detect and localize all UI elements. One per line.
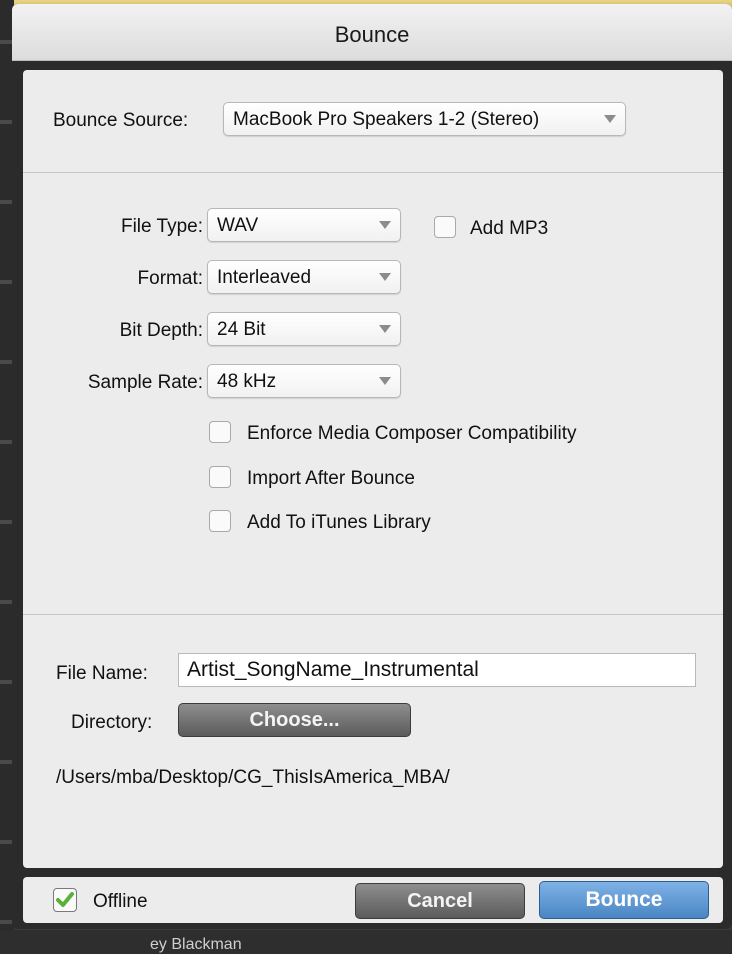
sample-rate-value: 48 kHz bbox=[217, 371, 277, 392]
format-value: Interleaved bbox=[217, 267, 312, 288]
section-divider bbox=[23, 614, 723, 615]
bit-depth-value: 24 Bit bbox=[217, 319, 266, 340]
file-type-label: File Type: bbox=[120, 216, 203, 237]
section-divider bbox=[23, 172, 723, 173]
dialog-footer: Offline Cancel Bounce bbox=[23, 877, 723, 923]
chevron-down-icon bbox=[379, 325, 391, 333]
bounce-source-label: Bounce Source: bbox=[53, 110, 189, 131]
directory-label: Directory: bbox=[71, 712, 153, 733]
import-after-bounce-label: Import After Bounce bbox=[247, 468, 415, 489]
import-after-bounce-checkbox[interactable] bbox=[209, 466, 231, 488]
file-type-value: WAV bbox=[217, 215, 259, 236]
bounce-button[interactable]: Bounce bbox=[539, 881, 709, 919]
chevron-down-icon bbox=[604, 115, 616, 123]
format-label: Format: bbox=[137, 268, 203, 289]
bounce-source-select[interactable]: MacBook Pro Speakers 1-2 (Stereo) bbox=[223, 102, 626, 136]
add-mp3-checkbox[interactable] bbox=[434, 216, 456, 238]
file-type-select[interactable]: WAV bbox=[207, 208, 401, 242]
chevron-down-icon bbox=[379, 221, 391, 229]
format-select[interactable]: Interleaved bbox=[207, 260, 401, 294]
background-track-name: ey Blackman bbox=[0, 930, 732, 954]
add-mp3-label: Add MP3 bbox=[470, 218, 549, 239]
cancel-button[interactable]: Cancel bbox=[355, 883, 525, 919]
enforce-media-composer-label: Enforce Media Composer Compatibility bbox=[247, 423, 577, 444]
bounce-dialog: Bounce Bounce Source: MacBook Pro Speake… bbox=[12, 4, 732, 929]
file-name-label: File Name: bbox=[56, 663, 148, 684]
dialog-title: Bounce bbox=[12, 4, 732, 61]
bit-depth-select[interactable]: 24 Bit bbox=[207, 312, 401, 346]
chevron-down-icon bbox=[379, 273, 391, 281]
add-to-itunes-label: Add To iTunes Library bbox=[247, 512, 431, 533]
settings-panel: Bounce Source: MacBook Pro Speakers 1-2 … bbox=[23, 70, 723, 868]
choose-directory-button[interactable]: Choose... bbox=[178, 703, 411, 737]
directory-path: /Users/mba/Desktop/CG_ThisIsAmerica_MBA/ bbox=[56, 767, 450, 788]
sample-rate-label: Sample Rate: bbox=[87, 372, 203, 393]
offline-label: Offline bbox=[93, 891, 148, 912]
sample-rate-select[interactable]: 48 kHz bbox=[207, 364, 401, 398]
file-name-input[interactable]: Artist_SongName_Instrumental bbox=[178, 653, 696, 687]
bounce-source-value: MacBook Pro Speakers 1-2 (Stereo) bbox=[233, 109, 540, 130]
chevron-down-icon bbox=[379, 377, 391, 385]
add-to-itunes-checkbox[interactable] bbox=[209, 510, 231, 532]
checkmark-icon bbox=[56, 892, 74, 907]
offline-checkbox[interactable] bbox=[53, 888, 77, 912]
bit-depth-label: Bit Depth: bbox=[119, 320, 203, 341]
enforce-media-composer-checkbox[interactable] bbox=[209, 421, 231, 443]
